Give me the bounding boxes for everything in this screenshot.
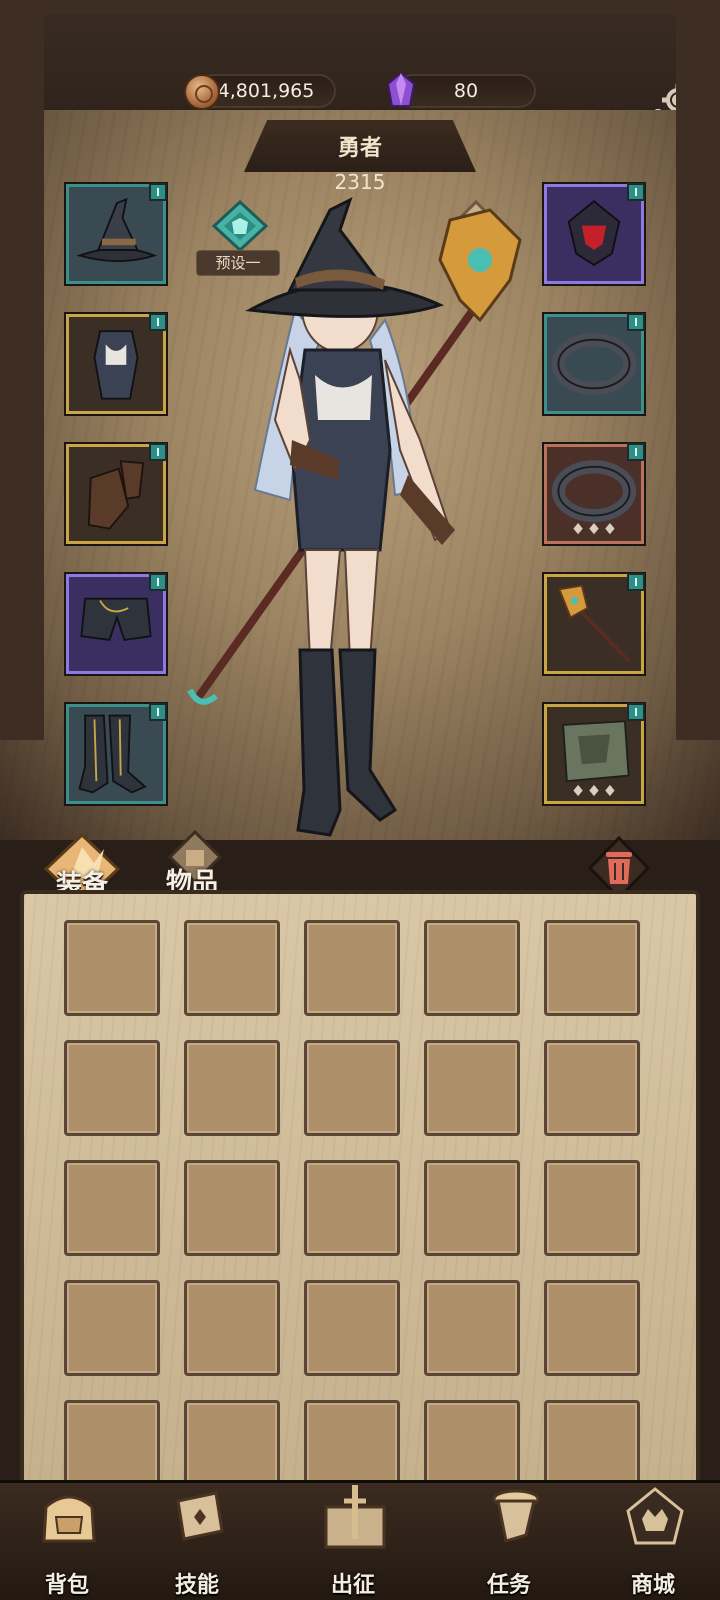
lock-icon <box>627 183 645 201</box>
inventory-slot[interactable] <box>64 1040 160 1136</box>
inventory-slot[interactable] <box>304 1040 400 1136</box>
spellbook-icon <box>562 720 630 797</box>
lock-icon <box>149 183 167 201</box>
skill-book-icon <box>176 1491 224 1541</box>
nav-backpack[interactable]: 背包 <box>12 1483 122 1600</box>
nav-skills[interactable]: 技能 <box>142 1483 252 1600</box>
inventory-slot[interactable] <box>184 920 280 1016</box>
equip-slot-amulet[interactable] <box>544 183 645 284</box>
dress-armor-icon <box>93 330 139 400</box>
inventory-slot[interactable] <box>424 1040 520 1136</box>
inventory-slot[interactable] <box>64 1160 160 1256</box>
lock-icon <box>627 313 645 331</box>
boots-icon <box>78 714 147 794</box>
inventory-slot[interactable] <box>424 1280 520 1376</box>
nav-label-skills: 技能 <box>174 1573 219 1598</box>
equip-slot-ring-1[interactable] <box>544 313 645 414</box>
inventory-slot[interactable] <box>544 1160 640 1256</box>
ring-icon <box>551 460 637 535</box>
inventory-slot[interactable] <box>304 1280 400 1376</box>
equip-slot-offhand[interactable] <box>544 703 645 804</box>
equip-slot-armor[interactable] <box>66 313 167 414</box>
inventory-slot[interactable] <box>304 1160 400 1256</box>
map-sword-icon <box>324 1485 386 1549</box>
nav-label-quests: 任务 <box>486 1573 531 1598</box>
lock-icon <box>149 443 167 461</box>
inventory-slot[interactable] <box>424 920 520 1016</box>
inventory-slot[interactable] <box>544 920 640 1016</box>
inventory-slot[interactable] <box>544 1040 640 1136</box>
inventory-slot[interactable] <box>184 1160 280 1256</box>
lock-icon <box>149 313 167 331</box>
bottom-nav: 背包 技能 出征 任务 商城 <box>0 1480 720 1600</box>
hero-class-title: 勇者 <box>337 136 382 161</box>
nav-label-expedition: 出征 <box>330 1573 375 1598</box>
inventory-slot[interactable] <box>544 1280 640 1376</box>
scroll-icon <box>492 1489 540 1543</box>
equip-slot-ring-2[interactable] <box>544 443 645 544</box>
gloves-icon <box>87 460 145 530</box>
nav-label-shop: 商城 <box>630 1573 675 1598</box>
ring-icon <box>551 333 637 395</box>
equip-slot-pants[interactable] <box>66 573 167 674</box>
equip-slot-boots[interactable] <box>66 703 167 804</box>
inventory-slot[interactable] <box>184 1040 280 1136</box>
witch-hat-icon <box>76 197 158 263</box>
shorts-icon <box>80 597 152 641</box>
nav-expedition[interactable]: 出征 <box>298 1483 408 1600</box>
inventory-slot[interactable] <box>64 920 160 1016</box>
shop-crown-icon <box>626 1487 684 1545</box>
backpack-icon <box>42 1495 96 1543</box>
lock-icon <box>627 443 645 461</box>
inventory-slot[interactable] <box>184 1280 280 1376</box>
equip-slot-weapon[interactable] <box>544 573 645 674</box>
ruby-amulet-icon <box>567 200 621 267</box>
lock-icon <box>149 573 167 591</box>
nav-shop[interactable]: 商城 <box>598 1483 708 1600</box>
lock-icon <box>149 703 167 721</box>
equip-slot-hat[interactable] <box>66 183 167 284</box>
inventory-slot[interactable] <box>64 1280 160 1376</box>
hero-character-art <box>187 197 522 837</box>
nav-quests[interactable]: 任务 <box>454 1483 564 1600</box>
inventory-slot[interactable] <box>424 1160 520 1256</box>
equip-slot-gloves[interactable] <box>66 443 167 544</box>
inventory-slot[interactable] <box>304 920 400 1016</box>
nav-label-backpack: 背包 <box>44 1573 89 1598</box>
lock-icon <box>627 703 645 721</box>
golden-staff-icon <box>558 584 630 662</box>
lock-icon <box>627 573 645 591</box>
